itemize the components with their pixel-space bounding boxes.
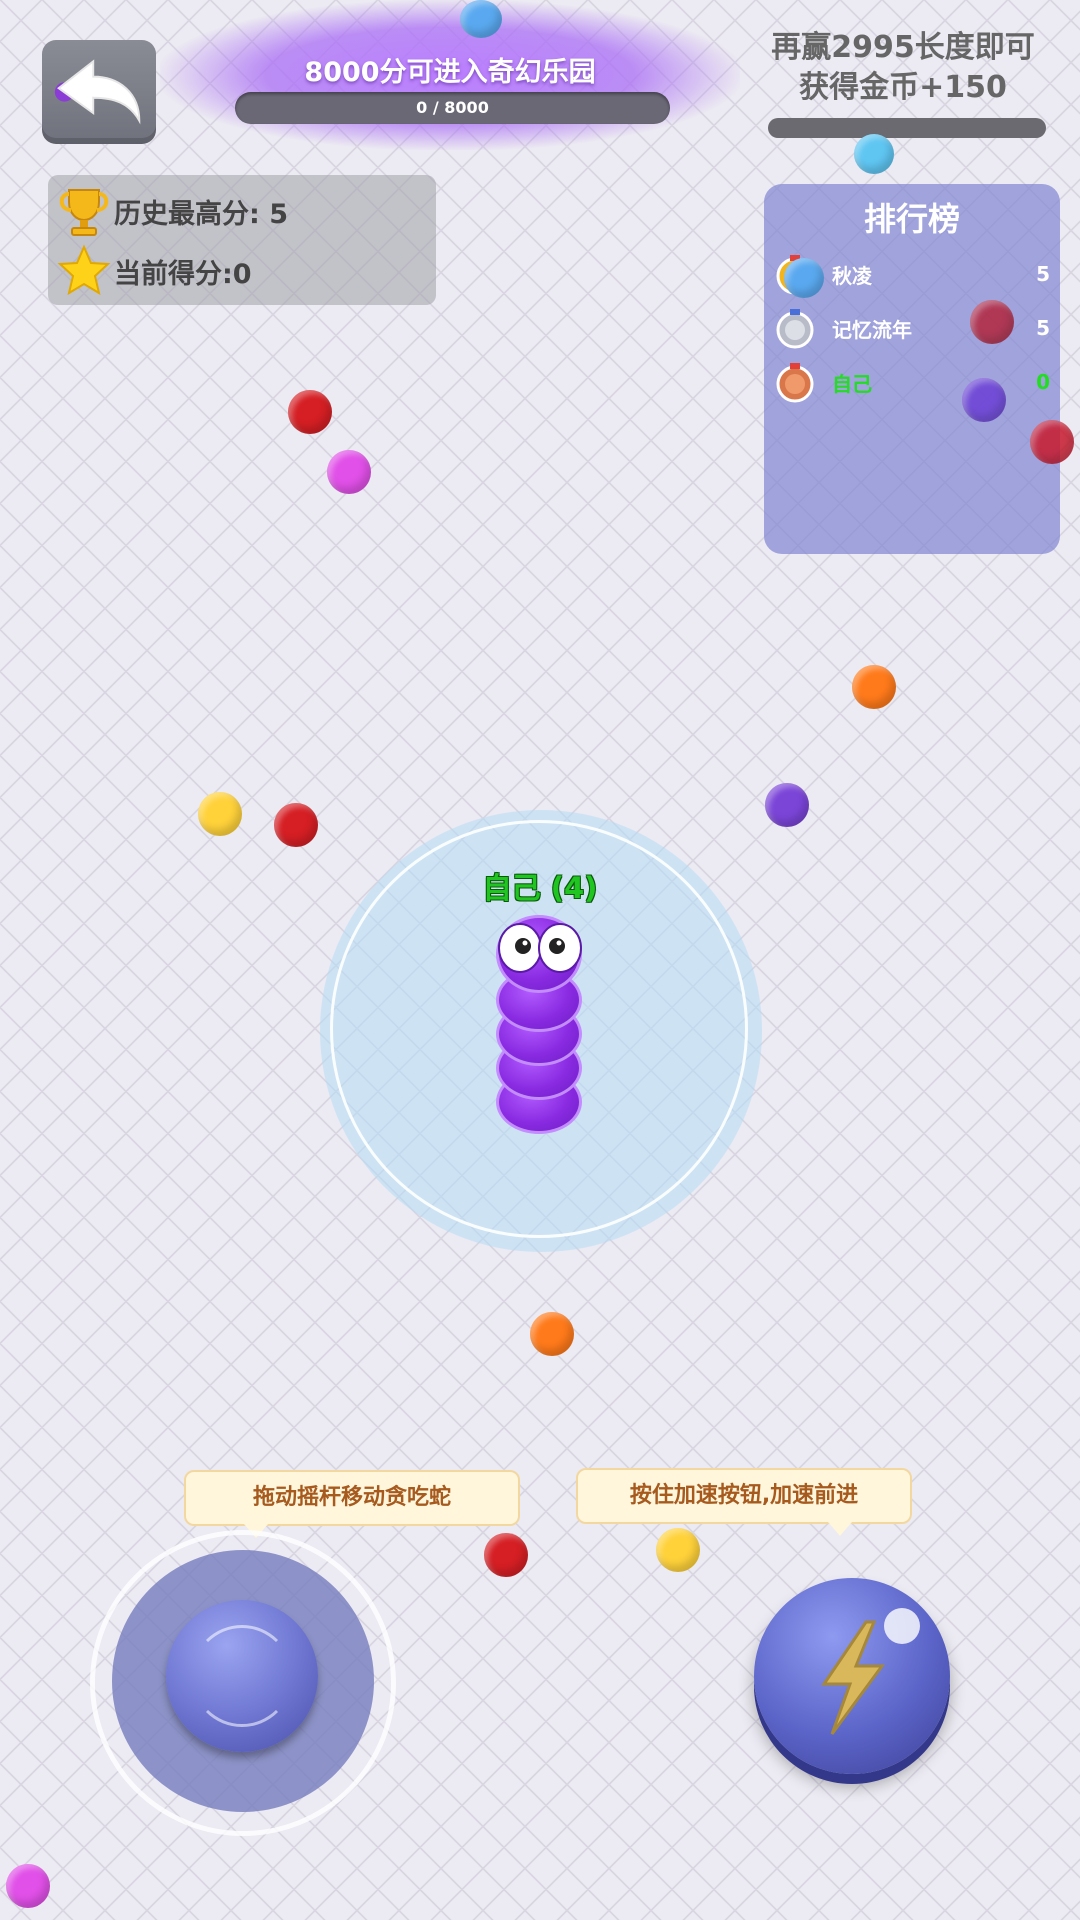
high-score-label: 历史最高分: 5 — [114, 198, 288, 230]
food-pellet — [198, 792, 242, 836]
trophy-icon — [54, 184, 114, 238]
food-pellet — [962, 378, 1006, 422]
current-score-row: 当前得分:0 — [48, 243, 436, 299]
food-pellet — [765, 783, 809, 827]
food-pellet — [1030, 420, 1074, 464]
boost-tip-arrow — [828, 1522, 852, 1536]
food-pellet — [484, 1533, 528, 1577]
snake-eyes-icon — [498, 923, 582, 973]
leaderboard-score: 0 — [1036, 370, 1050, 394]
food-pellet — [274, 803, 318, 847]
lightning-icon — [821, 1620, 885, 1735]
leaderboard-row: 自己 0 — [774, 356, 1050, 408]
leaderboard-name: 秋凌 — [832, 263, 872, 288]
leaderboard-score: 5 — [1036, 316, 1050, 340]
goal-line-1: 再赢2995长度即可 — [771, 30, 1035, 65]
current-score-label: 当前得分:0 — [114, 258, 252, 290]
goal-text: 再赢2995长度即可 获得金币+150 — [752, 28, 1054, 108]
food-pellet — [327, 450, 371, 494]
leaderboard-panel: 排行榜 秋凌 5 记忆流年 5 自己 0 — [764, 184, 1060, 554]
food-pellet — [854, 134, 894, 174]
leaderboard-score: 5 — [1036, 262, 1050, 286]
food-pellet — [784, 258, 824, 298]
food-pellet — [530, 1312, 574, 1356]
leaderboard-title: 排行榜 — [863, 200, 960, 238]
goal-progress-bar — [768, 118, 1046, 138]
food-pellet — [6, 1864, 50, 1908]
food-pellet — [970, 300, 1014, 344]
food-pellet — [852, 665, 896, 709]
food-pellet — [288, 390, 332, 434]
joystick-tip: 拖动摇杆移动贪吃蛇 — [184, 1470, 520, 1526]
silver-medal-icon — [776, 309, 814, 349]
boost-tip: 按住加速按钮,加速前进 — [576, 1468, 912, 1524]
boost-button-shine — [884, 1608, 920, 1644]
food-pellet — [656, 1528, 700, 1572]
back-button[interactable] — [42, 40, 156, 144]
score-progress-text: 0 / 8000 — [416, 98, 489, 117]
banner-title: 8000分可进入奇幻乐园 — [304, 57, 596, 88]
back-arrow-icon — [54, 59, 141, 125]
food-pellet — [460, 0, 502, 38]
high-score-row: 历史最高分: 5 — [48, 183, 436, 239]
star-icon — [54, 244, 114, 298]
player-name-label: 自己 (4) — [482, 871, 598, 905]
score-panel: 历史最高分: 5 当前得分:0 — [48, 175, 436, 305]
score-progress-bar: 0 / 8000 — [235, 92, 670, 124]
joystick-knob-ring — [191, 1625, 293, 1727]
goal-line-2: 获得金币+150 — [799, 70, 1007, 105]
boost-button[interactable] — [754, 1578, 950, 1774]
bronze-medal-icon — [776, 363, 814, 403]
